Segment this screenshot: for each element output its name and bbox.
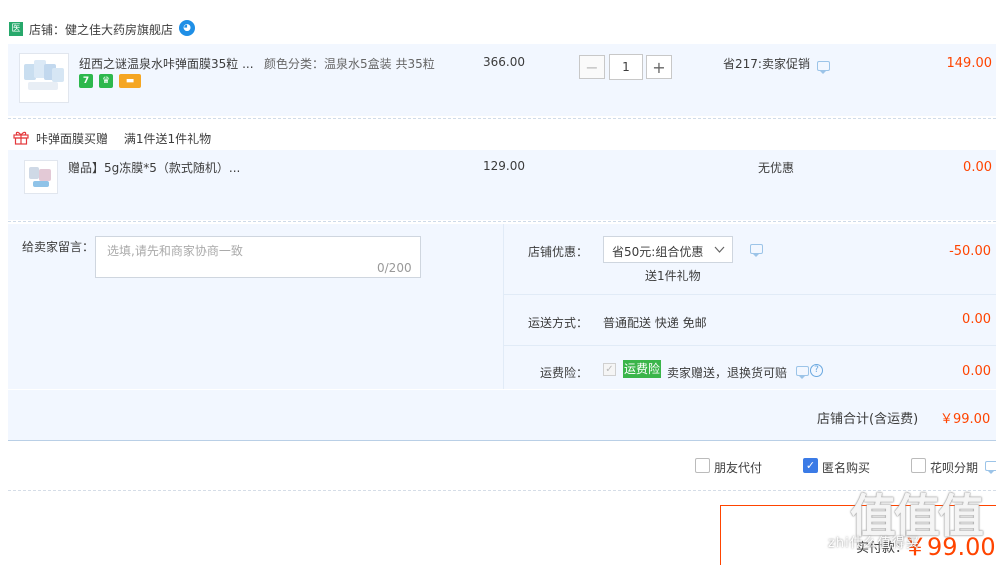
discount-info-icon[interactable] — [750, 244, 763, 257]
product-sku: 颜色分类：温泉水5盒装 共35粒 — [264, 57, 435, 71]
gift-group-rule: 满1件送1件礼物 — [123, 132, 212, 146]
shipping-label: 运送方式： — [528, 316, 589, 330]
huabei-info-icon[interactable] — [985, 461, 996, 474]
shop-total-label: 店铺合计(含运费) — [817, 412, 919, 427]
row-divider — [8, 221, 996, 223]
pharmacy-badge-icon: 医 — [9, 22, 23, 36]
promo-info-icon[interactable] — [817, 61, 830, 74]
friend-pay-label[interactable]: 朋友代付 — [714, 459, 762, 476]
row-divider — [8, 118, 996, 120]
gift-group-title: 咔弹面膜买赠 满1件送1件礼物 — [36, 130, 211, 147]
quantity-input[interactable]: 1 — [609, 54, 643, 80]
insurance-checkbox[interactable]: ✓ — [603, 363, 616, 376]
item-subtotal: 149.00 — [946, 56, 993, 71]
guarantee-icon: ♛ — [99, 74, 113, 88]
quantity-increase-button[interactable]: + — [646, 55, 672, 79]
shop-discount-note: 送1件礼物 — [645, 269, 701, 283]
gift-subtotal: 0.00 — [963, 160, 992, 175]
panel-divider — [503, 294, 996, 295]
insurance-tag: 运费险 — [623, 360, 661, 378]
shop-discount-selected: 省50元:组合优惠 — [612, 245, 704, 259]
chevron-down-icon — [714, 246, 725, 253]
insurance-label: 运费险： — [540, 366, 589, 380]
insurance-info-icon[interactable] — [796, 366, 809, 379]
anonymous-checkbox[interactable]: ✓ — [803, 458, 818, 473]
gift-promotion-label: 无优惠 — [758, 161, 795, 175]
shop-discount-amount: -50.00 — [949, 244, 991, 259]
panel-divider — [503, 224, 504, 389]
insurance-amount: 0.00 — [962, 364, 991, 379]
shop-discount-select[interactable]: 省50元:组合优惠 — [603, 236, 733, 263]
gift-group-name: 咔弹面膜买赠 — [36, 132, 109, 146]
shop-name-link[interactable]: 店铺：健之佳大药房旗舰店 — [29, 21, 173, 38]
product-thumbnail[interactable] — [19, 53, 69, 103]
unit-price: 366.00 — [483, 55, 525, 69]
gift-unit-price: 129.00 — [483, 159, 525, 173]
message-label: 给卖家留言： — [22, 240, 95, 254]
message-char-counter: 0/200 — [377, 261, 412, 275]
smzdm-watermark-site: zhi什么值得买 — [828, 536, 920, 551]
gift-title-link[interactable]: 赠品】5g冻膜*5（款式随机）... — [68, 159, 240, 176]
help-icon[interactable]: ? — [810, 364, 823, 377]
gift-icon — [13, 131, 29, 145]
credit-card-icon: ▬ — [119, 74, 141, 88]
huabei-checkbox[interactable] — [911, 458, 926, 473]
message-placeholder: 选填,请先和商家协商一致 — [107, 244, 243, 258]
shop-total-value: ￥99.00 — [940, 412, 991, 427]
insurance-desc: 卖家赠送，退换货可赔 — [667, 366, 788, 380]
huabei-label[interactable]: 花呗分期 — [930, 459, 978, 476]
shipping-amount: 0.00 — [962, 312, 991, 327]
product-title-link[interactable]: 纽西之谜温泉水咔弹面膜35粒 ... — [79, 55, 254, 72]
shipping-method: 普通配送 快递 免邮 — [603, 316, 707, 330]
seven-day-return-icon: 7 — [79, 74, 93, 88]
panel-divider — [503, 345, 996, 346]
section-divider — [8, 490, 996, 492]
friend-pay-checkbox[interactable] — [695, 458, 710, 473]
gift-thumbnail[interactable] — [24, 160, 58, 194]
shop-discount-label: 店铺优惠： — [528, 245, 589, 259]
quantity-decrease-button[interactable]: − — [579, 55, 605, 79]
promotion-label: 省217:卖家促销 — [723, 57, 810, 71]
wangwang-chat-icon[interactable]: ◕ — [179, 20, 195, 36]
anonymous-label[interactable]: 匿名购买 — [822, 459, 870, 476]
